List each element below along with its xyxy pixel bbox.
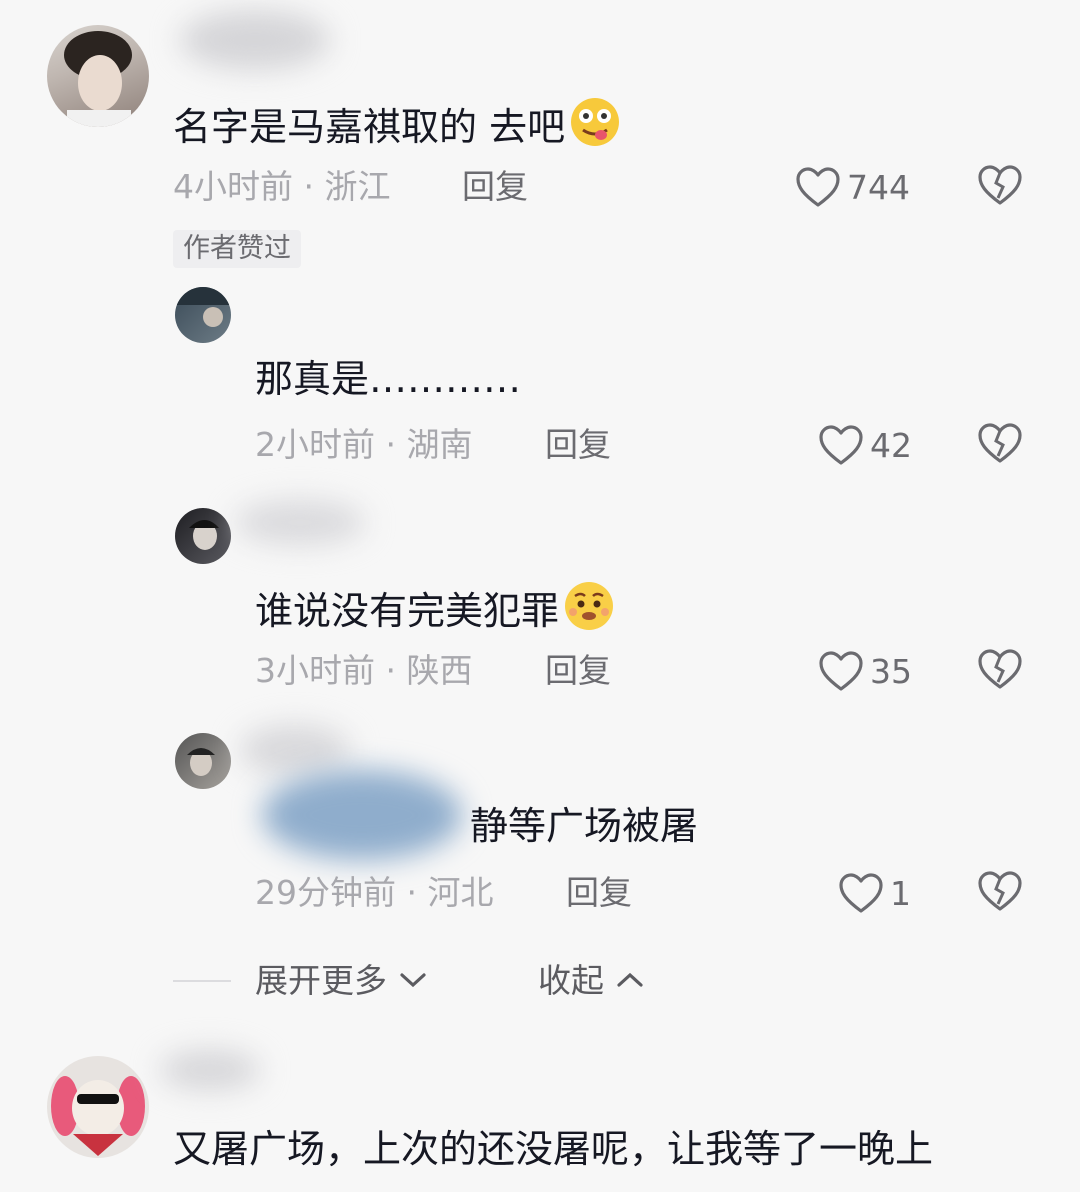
dislike-button[interactable] [977,870,1023,916]
avatar[interactable] [175,508,231,564]
chevron-down-icon [399,973,426,988]
comment-text: 谁说没有完美犯罪 [255,580,615,641]
like-button[interactable]: 744 [795,163,910,211]
tongue-out-dizzy-emoji [569,96,621,157]
comment-time-location: 29分钟前 · 河北 [255,873,494,912]
heart-icon [819,425,863,465]
broken-heart-icon [978,423,1022,463]
pleading-emoji [563,580,615,641]
avatar-image [189,520,219,550]
collapse-label: 收起 [538,961,604,1000]
like-count: 42 [870,425,912,465]
comment-text: 那真是………… [255,357,522,401]
comment-time-location: 2小时前 · 湖南 [255,425,473,464]
comment-time-location: 3小时前 · 陕西 [255,651,473,690]
expand-more-label: 展开更多 [255,961,387,1000]
avatar-image [64,31,132,127]
comment-time-location: 4小时前 · 浙江 [173,167,391,206]
reply-button[interactable]: 回复 [545,425,611,465]
expand-more-button[interactable]: 展开更多 [255,961,428,1001]
like-count: 744 [847,167,910,207]
comment-text: 又屠广场，上次的还没屠呢，让我等了一晚上 [173,1127,934,1171]
heart-icon [839,873,883,913]
mention-redacted [262,770,462,860]
divider-line [173,980,231,982]
dislike-button[interactable] [977,164,1023,210]
broken-heart-icon [978,649,1022,689]
reply-button[interactable]: 回复 [566,873,632,913]
heart-icon [796,167,840,207]
avatar[interactable] [47,25,149,127]
username-redacted [160,1050,260,1090]
avatar[interactable] [175,733,231,789]
collapse-button[interactable]: 收起 [538,961,645,1001]
broken-heart-icon [978,871,1022,911]
username-redacted [240,725,350,775]
username-redacted [180,10,330,70]
like-button[interactable]: 35 [818,647,912,695]
comment-text: 名字是马嘉祺取的 去吧 [173,96,621,157]
reply-button[interactable]: 回复 [545,651,611,691]
like-button[interactable]: 42 [818,421,912,469]
dislike-button[interactable] [977,648,1023,694]
author-liked-badge: 作者赞过 [173,230,301,268]
chevron-up-icon [616,972,643,987]
avatar-image [51,1076,145,1156]
avatar-image [187,748,215,776]
avatar-image [175,287,231,327]
like-button[interactable]: 1 [838,869,911,917]
like-count: 1 [890,873,911,913]
comment-text: 静等广场被屠 [470,804,699,848]
reply-button[interactable]: 回复 [462,167,528,207]
avatar[interactable] [175,287,231,343]
username-redacted [235,500,365,545]
heart-icon [819,651,863,691]
dislike-button[interactable] [977,422,1023,468]
avatar[interactable] [47,1056,149,1158]
broken-heart-icon [978,165,1022,205]
like-count: 35 [870,651,912,691]
